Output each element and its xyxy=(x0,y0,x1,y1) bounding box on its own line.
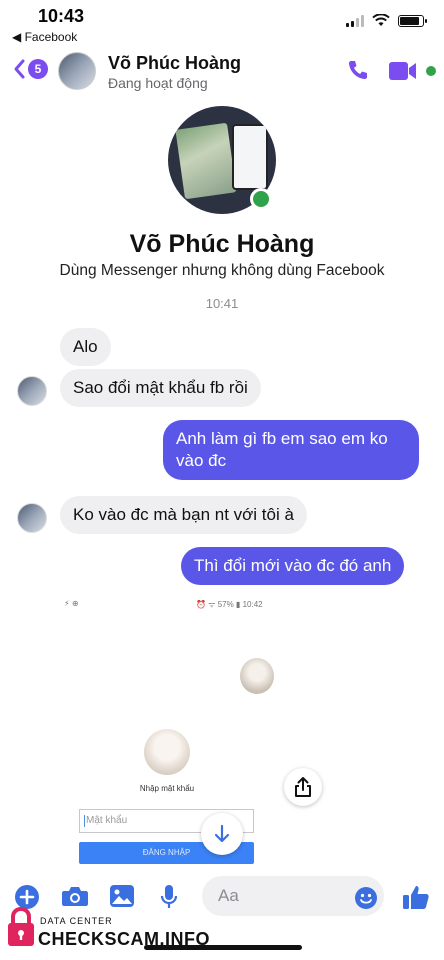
avatar-photo-phone xyxy=(232,124,268,190)
profile-online-indicator xyxy=(250,188,272,210)
share-icon xyxy=(295,777,311,797)
unread-badge: 5 xyxy=(28,59,48,79)
status-icons xyxy=(346,14,427,27)
emoji-icon xyxy=(355,887,377,909)
message-timestamp: 10:41 xyxy=(205,296,239,311)
voice-call-button[interactable] xyxy=(346,58,370,87)
thumbs-up-icon xyxy=(403,886,429,909)
message-bubble-incoming[interactable]: Sao đổi mật khẩu fb rồi xyxy=(60,369,261,407)
contact-status: Đang hoạt động xyxy=(108,75,208,91)
chat-header: 5 Võ Phúc Hoàng Đang hoạt động xyxy=(0,44,444,100)
watermark-line1: DATA CENTER xyxy=(40,916,113,926)
microphone-icon xyxy=(160,885,178,908)
video-call-button[interactable] xyxy=(388,60,418,87)
attached-status-right: ⏰ ᯤ 57% ▮ 10:42 xyxy=(196,600,263,609)
video-camera-icon xyxy=(389,62,416,80)
battery-icon xyxy=(398,14,427,27)
profile-name: Võ Phúc Hoàng xyxy=(129,230,315,258)
avatar-photo-money xyxy=(175,122,237,200)
profile-subtitle: Dùng Messenger nhưng không dùng Facebook xyxy=(59,262,385,279)
message-bubble-outgoing[interactable]: Anh làm gì fb em sao em ko vào đc xyxy=(163,420,419,480)
gallery-button[interactable] xyxy=(109,884,135,913)
contact-avatar[interactable] xyxy=(58,52,96,90)
voice-message-button[interactable] xyxy=(160,884,178,915)
back-chevron-icon xyxy=(14,59,25,79)
attached-avatar-small xyxy=(240,658,274,694)
message-bubble-incoming[interactable]: Ko vào đc mà bạn nt với tôi à xyxy=(60,496,307,534)
share-button[interactable] xyxy=(284,768,322,806)
download-button[interactable] xyxy=(201,813,243,855)
like-button[interactable] xyxy=(402,884,430,915)
camera-button[interactable] xyxy=(61,884,89,913)
message-composer: Aa xyxy=(0,872,444,920)
message-bubble-incoming[interactable]: Alo xyxy=(60,328,111,366)
lock-icon xyxy=(8,906,34,946)
contact-name[interactable]: Võ Phúc Hoàng xyxy=(108,53,241,74)
message-bubble-outgoing[interactable]: Thì đổi mới vào đc đó anh xyxy=(181,547,405,585)
home-indicator xyxy=(144,945,302,950)
camera-icon xyxy=(62,887,88,906)
sender-avatar[interactable] xyxy=(17,503,47,533)
wifi-icon xyxy=(372,14,390,26)
online-indicator xyxy=(426,66,436,76)
phone-icon xyxy=(349,61,367,79)
attached-password-label: Nhập mật khẩu xyxy=(139,784,195,793)
status-time: 10:43 xyxy=(38,6,85,26)
emoji-button[interactable] xyxy=(354,886,378,915)
sender-avatar[interactable] xyxy=(17,376,47,406)
status-bar: 10:43 ◀ Facebook xyxy=(0,0,444,44)
download-icon xyxy=(214,824,230,843)
attached-avatar xyxy=(144,729,190,775)
signal-icon xyxy=(346,14,364,27)
attached-status-left: ⚡ ⊕ xyxy=(64,599,79,608)
back-button[interactable]: 5 xyxy=(12,58,48,80)
back-to-facebook-link[interactable]: ◀ Facebook xyxy=(12,30,77,44)
watermark-logo xyxy=(6,906,36,953)
image-icon xyxy=(110,885,134,907)
